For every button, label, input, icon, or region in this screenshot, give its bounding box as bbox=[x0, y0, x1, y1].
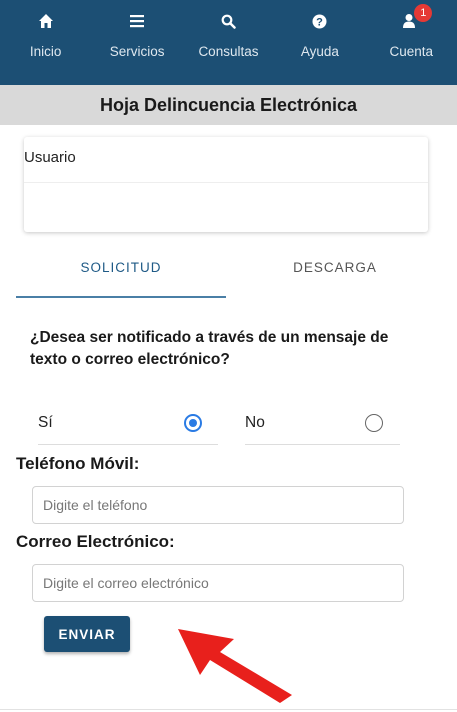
nav-label-ayuda: Ayuda bbox=[300, 44, 339, 59]
divider bbox=[24, 182, 428, 183]
radio-yes-label: Sí bbox=[38, 414, 53, 431]
submit-button[interactable]: ENVIAR bbox=[44, 616, 130, 652]
top-navigation: Inicio Servicios Consultas ? Ayuda 1 Cue… bbox=[0, 0, 457, 85]
notification-question: ¿Desea ser notificado a través de un men… bbox=[30, 329, 389, 368]
radio-option-yes[interactable]: Sí bbox=[38, 408, 218, 445]
phone-label: Teléfono Móvil: bbox=[16, 454, 140, 473]
tab-descarga[interactable]: DESCARGA bbox=[230, 255, 440, 299]
nav-label-servicios: Servicios bbox=[109, 44, 165, 59]
nav-item-ayuda[interactable]: ? Ayuda bbox=[280, 0, 360, 85]
nav-item-inicio[interactable]: Inicio bbox=[6, 0, 86, 85]
help-icon: ? bbox=[312, 10, 327, 32]
notification-badge: 1 bbox=[414, 4, 433, 22]
user-card: Usuario bbox=[24, 137, 428, 232]
nav-label-consultas: Consultas bbox=[198, 44, 259, 59]
nav-item-cuenta[interactable]: 1 Cuenta bbox=[371, 0, 451, 85]
tab-solicitud[interactable]: SOLICITUD bbox=[16, 255, 226, 299]
email-label: Correo Electrónico: bbox=[16, 532, 175, 551]
radio-no-button[interactable] bbox=[365, 414, 383, 432]
user-icon: 1 bbox=[403, 4, 433, 32]
radio-yes-button[interactable] bbox=[184, 414, 202, 432]
user-label: Usuario bbox=[24, 149, 76, 166]
search-icon bbox=[221, 10, 236, 32]
radio-no-label: No bbox=[245, 414, 265, 431]
email-input[interactable] bbox=[32, 564, 404, 602]
nav-label-inicio: Inicio bbox=[29, 44, 62, 59]
nav-item-consultas[interactable]: Consultas bbox=[188, 0, 268, 85]
svg-text:?: ? bbox=[316, 16, 323, 28]
radio-option-no[interactable]: No bbox=[245, 408, 400, 445]
menu-icon bbox=[130, 10, 145, 32]
nav-item-servicios[interactable]: Servicios bbox=[97, 0, 177, 85]
nav-label-cuenta: Cuenta bbox=[389, 44, 434, 59]
phone-input[interactable] bbox=[32, 486, 404, 524]
red-arrow-icon bbox=[170, 625, 300, 710]
home-icon bbox=[38, 10, 54, 32]
tab-bar: SOLICITUD DESCARGA bbox=[16, 255, 444, 299]
page-title: Hoja Delincuencia Electrónica bbox=[0, 85, 457, 125]
divider bbox=[38, 444, 218, 445]
divider bbox=[245, 444, 400, 445]
divider bbox=[0, 709, 457, 710]
active-tab-indicator bbox=[16, 296, 226, 298]
